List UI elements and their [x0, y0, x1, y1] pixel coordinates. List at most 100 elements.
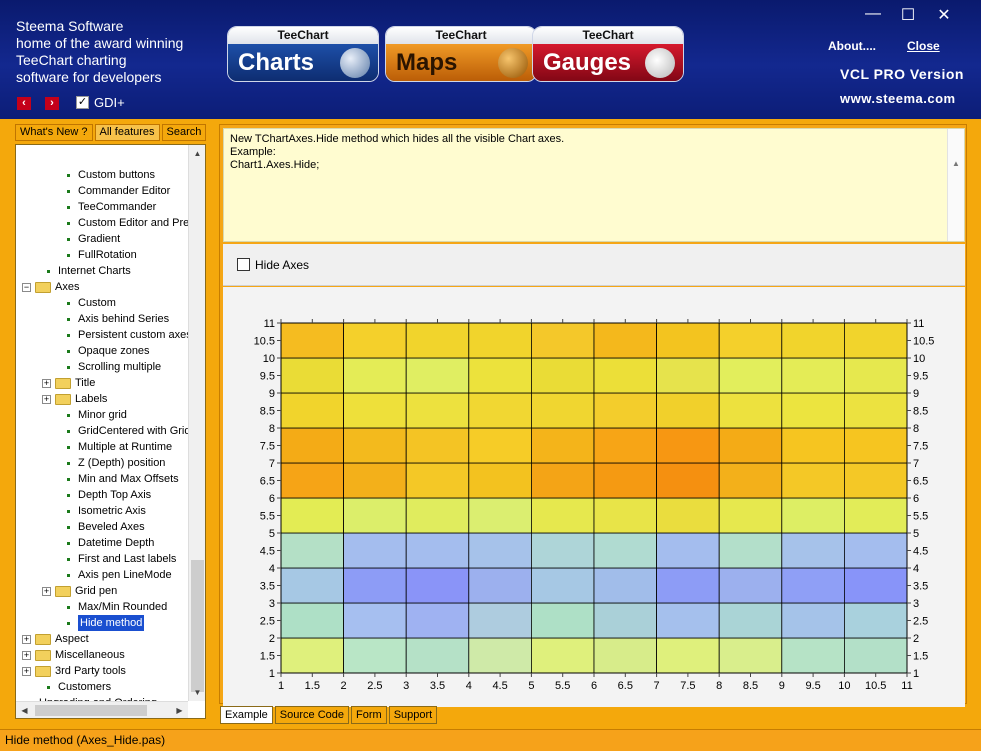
y-tick-label: 1: [269, 668, 275, 680]
tree-item[interactable]: + Grid pen: [42, 583, 117, 599]
tree-item[interactable]: Axis pen LineMode: [67, 567, 172, 583]
heatmap-cell: [468, 392, 532, 429]
tree-item[interactable]: Customers: [47, 679, 111, 695]
tree-item[interactable]: Commander Editor: [67, 183, 170, 199]
tree-item[interactable]: Min and Max Offsets: [67, 471, 179, 487]
teechart-gauges-logo[interactable]: TeeChart Gauges: [532, 26, 684, 82]
collapse-icon[interactable]: −: [22, 282, 31, 292]
expand-icon[interactable]: +: [22, 666, 31, 676]
tree-item[interactable]: First and Last labels: [67, 551, 176, 567]
scroll-left-icon[interactable]: ◀: [16, 702, 33, 719]
expand-icon[interactable]: +: [42, 394, 51, 404]
tree-item[interactable]: Custom: [67, 295, 116, 311]
tree-item[interactable]: Custom Editor and Pre: [67, 215, 188, 231]
heatmap-cell: [343, 392, 407, 429]
heatmap-cell: [593, 322, 657, 359]
teechart-charts-logo[interactable]: TeeChart Charts: [227, 26, 379, 82]
heatmap-cell: [343, 322, 407, 359]
y-tick-label: 8: [269, 423, 275, 435]
x-tick-label: 3.5: [430, 680, 445, 692]
tab-source-code[interactable]: Source Code: [274, 706, 350, 724]
tab-example[interactable]: Example: [220, 706, 273, 724]
tree-item[interactable]: Axis behind Series: [67, 311, 169, 327]
heatmap-cell: [781, 602, 845, 639]
tree-item-label: Opaque zones: [78, 345, 150, 357]
description-scrollbar[interactable]: ▲ ▼: [947, 129, 964, 295]
tree-item[interactable]: Internet Charts: [47, 263, 131, 279]
tree-item[interactable]: Minor grid: [67, 407, 127, 423]
tree-item[interactable]: TeeCommander: [67, 199, 156, 215]
minimize-button[interactable]: —: [863, 5, 883, 23]
heatmap-cell: [781, 497, 845, 534]
tree-item[interactable]: + Aspect: [22, 631, 89, 647]
tree-item[interactable]: GridCentered with Grid: [67, 423, 188, 439]
y-tick-label: 3: [269, 598, 275, 610]
about-link[interactable]: About....: [828, 39, 876, 53]
tree-item[interactable]: +3rd Party tools: [22, 663, 126, 679]
folder-icon: [35, 665, 51, 677]
tree-item-label: Min and Max Offsets: [78, 473, 179, 485]
tree-item[interactable]: Z (Depth) position: [67, 455, 165, 471]
maximize-button[interactable]: ☐: [898, 5, 918, 25]
description-box[interactable]: New TChartAxes.Hide method which hides a…: [223, 128, 965, 295]
tree-item[interactable]: Persistent custom axes: [67, 327, 188, 343]
tree-item[interactable]: Opaque zones: [67, 343, 150, 359]
tree-item[interactable]: + Labels: [42, 391, 107, 407]
scroll-thumb[interactable]: [191, 560, 204, 692]
heatmap-cell: [343, 567, 407, 604]
tree-item[interactable]: − Axes: [22, 279, 79, 295]
tree-vertical-scrollbar[interactable]: ▲ ▼: [188, 145, 205, 701]
tree-item-label: Miscellaneous: [55, 649, 125, 661]
expand-icon[interactable]: +: [42, 586, 51, 596]
tree-item[interactable]: Datetime Depth: [67, 535, 154, 551]
heatmap-cell: [530, 322, 595, 359]
expand-icon[interactable]: +: [22, 650, 31, 660]
scroll-thumb[interactable]: [35, 705, 147, 716]
window-close-button[interactable]: ✕: [934, 5, 954, 25]
feature-tree: Custom buttons Commander Editor TeeCommand…: [15, 144, 206, 719]
tab-whats-new[interactable]: What's New ?: [15, 124, 93, 141]
tree-item[interactable]: + Title: [42, 375, 95, 391]
tab-all-features[interactable]: All features: [94, 124, 160, 141]
heatmap-cell: [280, 462, 344, 499]
tree-item[interactable]: Custom buttons: [67, 167, 155, 183]
tree-item[interactable]: Multiple at Runtime: [67, 439, 172, 455]
scroll-down-icon[interactable]: ▼: [189, 684, 206, 701]
tree-item[interactable]: Hide method: [67, 615, 145, 631]
logo-brand: TeeChart: [228, 27, 378, 44]
heatmap-cell: [343, 602, 407, 639]
tab-form[interactable]: Form: [351, 706, 387, 724]
heatmap-cell: [844, 497, 908, 534]
scroll-right-icon[interactable]: ▶: [171, 702, 188, 719]
scroll-up-icon[interactable]: ▲: [189, 145, 206, 162]
heatmap-cell: [468, 427, 532, 464]
teechart-maps-logo[interactable]: TeeChart Maps: [385, 26, 537, 82]
tree-item[interactable]: Beveled Axes: [67, 519, 145, 535]
tree-item[interactable]: Scrolling multiple: [67, 359, 161, 375]
nav-forward-button[interactable]: ›: [45, 97, 59, 110]
heatmap-cell: [656, 602, 720, 639]
tree-item[interactable]: Max/Min Rounded: [67, 599, 167, 615]
tab-search[interactable]: Search: [161, 124, 207, 141]
tree-item[interactable]: FullRotation: [67, 247, 137, 263]
tree-item-label: Grid pen: [75, 585, 118, 597]
close-link[interactable]: Close: [907, 39, 940, 53]
checkmark-icon[interactable]: ✓: [76, 96, 89, 109]
heatmap-cell: [656, 637, 720, 674]
expand-icon[interactable]: +: [42, 378, 51, 388]
tree-horizontal-scrollbar[interactable]: ◀ ▶: [16, 701, 188, 718]
chart-area: 1 1.5 2 2.5 3 3.5 4 4.5 5 5.5 6 6.5 7 7.5 8 8.5 9 9.5 10 10…: [223, 287, 965, 707]
tree-item[interactable]: Isometric Axis: [67, 503, 146, 519]
expand-icon[interactable]: +: [22, 634, 31, 644]
tab-support[interactable]: Support: [388, 706, 438, 724]
tree-item[interactable]: Depth Top Axis: [67, 487, 151, 503]
website-link[interactable]: www.steema.com: [840, 91, 956, 106]
hide-axes-checkbox[interactable]: [237, 258, 250, 271]
gdi-checkbox[interactable]: ✓ GDI+: [76, 95, 125, 110]
scroll-up-icon[interactable]: ▲: [948, 157, 964, 170]
bullet-icon: [67, 189, 70, 193]
tree-item[interactable]: Gradient: [67, 231, 120, 247]
nav-back-button[interactable]: ‹: [17, 97, 31, 110]
tree-item[interactable]: + Miscellaneous: [22, 647, 125, 663]
folder-icon: [55, 585, 71, 597]
